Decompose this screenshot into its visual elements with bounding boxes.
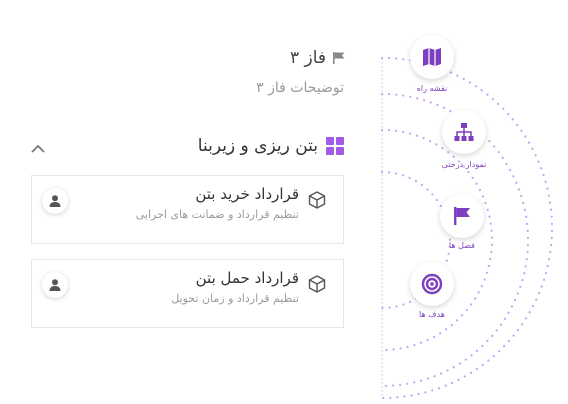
- target-icon: [421, 273, 443, 295]
- nav-tree-chart-label: نمودار درختی: [441, 160, 487, 169]
- phase-panel: فاز ۳ توضیحات فاز ۳ بتن ریزی و زیربنا قر…: [0, 0, 568, 404]
- assign-user-button[interactable]: [42, 188, 68, 214]
- flag-icon: [454, 207, 470, 225]
- phase-title-text: فاز ۳: [289, 48, 326, 68]
- org-chart-icon: [454, 123, 474, 141]
- task-card[interactable]: قرارداد حمل بتن تنظیم قرارداد و زمان تحو…: [31, 259, 344, 328]
- nav-tree-chart[interactable]: [442, 110, 486, 154]
- map-icon: [423, 48, 441, 66]
- card-title: قرارداد حمل بتن: [195, 269, 299, 287]
- box-icon: [308, 275, 326, 293]
- nav-goals-label: هدف ها: [419, 310, 445, 319]
- box-icon: [308, 191, 326, 209]
- nav-roadmap-label: نقشه راه: [416, 84, 448, 93]
- task-card[interactable]: قرارداد خرید بتن تنظیم قرارداد و ضمانت ه…: [31, 175, 344, 244]
- phase-description: توضیحات فاز ۳: [256, 80, 344, 96]
- nav-roadmap[interactable]: [410, 35, 454, 79]
- assign-user-button[interactable]: [42, 272, 68, 298]
- card-title: قرارداد خرید بتن: [195, 185, 299, 203]
- section-title-text: بتن ریزی و زیربنا: [197, 136, 318, 156]
- section-header: بتن ریزی و زیربنا: [198, 136, 344, 156]
- card-subtitle: تنظیم قرارداد و زمان تحویل: [171, 292, 299, 305]
- user-icon: [49, 195, 61, 207]
- flag-icon: [333, 52, 345, 64]
- user-icon: [49, 279, 61, 291]
- phase-title: فاز ۳: [290, 48, 346, 68]
- grid-icon: [326, 137, 344, 155]
- nav-goals[interactable]: [410, 262, 454, 306]
- chevron-up-icon[interactable]: [30, 142, 46, 154]
- card-subtitle: تنظیم قرارداد و ضمانت های اجرایی: [135, 208, 299, 221]
- nav-chapters-label: فصل ها: [448, 241, 476, 250]
- nav-chapters[interactable]: [440, 194, 484, 238]
